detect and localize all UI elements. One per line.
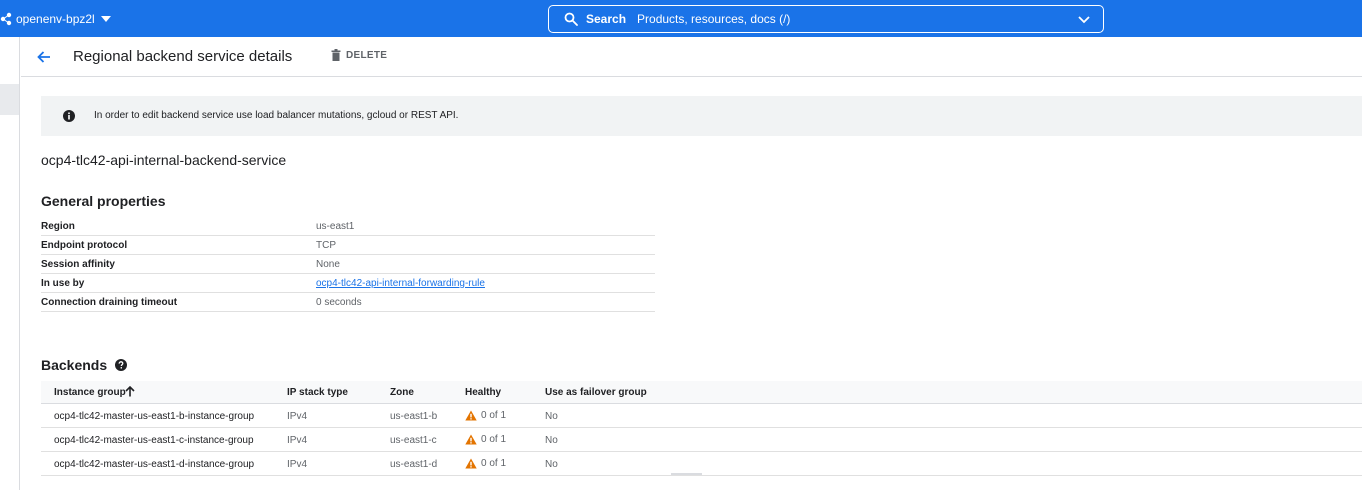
horizontal-scrollbar[interactable] — [671, 473, 702, 475]
trash-icon — [331, 49, 341, 61]
instance-group-cell: ocp4-tlc42-master-us-east1-c-instance-gr… — [54, 435, 254, 446]
healthy-value: 0 of 1 — [481, 434, 507, 445]
healthy-value: 0 of 1 — [481, 458, 507, 469]
property-row: Session affinity None — [41, 255, 655, 274]
delete-button[interactable]: DELETE — [331, 49, 387, 61]
search-icon — [564, 12, 578, 26]
search-placeholder: Products, resources, docs (/) — [637, 12, 791, 26]
ip-stack-cell: IPv4 — [287, 411, 308, 422]
healthy-cell: 0 of 1 — [465, 410, 506, 421]
project-hub-icon — [0, 12, 12, 25]
property-key: Session affinity — [41, 259, 115, 270]
zone-cell: us-east1-b — [390, 411, 438, 422]
property-key: Endpoint protocol — [41, 240, 128, 251]
property-key: Region — [41, 221, 75, 232]
zone-cell: us-east1-d — [390, 459, 438, 470]
failover-cell: No — [545, 411, 558, 422]
property-row: Region us-east1 — [41, 217, 655, 236]
page-title: Regional backend service details — [73, 48, 293, 65]
property-key: Connection draining timeout — [41, 297, 178, 308]
left-nav-rail — [0, 37, 20, 490]
project-selector[interactable]: openenv-bpz2l — [0, 0, 111, 37]
instance-group-cell: ocp4-tlc42-master-us-east1-d-instance-gr… — [54, 459, 255, 470]
property-row: Endpoint protocol TCP — [41, 236, 655, 255]
table-row: ocp4-tlc42-master-us-east1-c-instance-gr… — [41, 428, 1362, 452]
backends-heading-row: Backends — [41, 357, 128, 373]
info-banner: In order to edit backend service use loa… — [41, 96, 1362, 136]
column-header-ip-stack-type[interactable]: IP stack type — [287, 387, 348, 398]
property-value: 0 seconds — [316, 297, 362, 308]
table-row: ocp4-tlc42-master-us-east1-b-instance-gr… — [41, 404, 1362, 428]
back-arrow-icon[interactable] — [36, 49, 52, 65]
property-row: Connection draining timeout 0 seconds — [41, 293, 655, 312]
healthy-value: 0 of 1 — [481, 410, 507, 421]
general-properties-table: Region us-east1 Endpoint protocol TCP Se… — [41, 217, 655, 312]
info-icon — [63, 110, 75, 122]
chevron-down-icon — [100, 15, 111, 22]
property-key: In use by — [41, 278, 85, 289]
general-properties-heading: General properties — [41, 193, 166, 209]
warning-icon — [465, 434, 477, 445]
ip-stack-cell: IPv4 — [287, 435, 308, 446]
page-header: Regional backend service details DELETE — [21, 37, 1362, 77]
nav-selected-item[interactable] — [0, 84, 19, 115]
backends-heading: Backends — [41, 357, 108, 373]
property-value: us-east1 — [316, 221, 355, 232]
top-bar: openenv-bpz2l Search Products, resources… — [0, 0, 1362, 37]
property-value: None — [316, 259, 340, 270]
healthy-cell: 0 of 1 — [465, 434, 506, 445]
healthy-cell: 0 of 1 — [465, 458, 506, 469]
search-input[interactable]: Search Products, resources, docs (/) — [548, 5, 1104, 33]
column-header-failover[interactable]: Use as failover group — [545, 387, 647, 398]
failover-cell: No — [545, 459, 558, 470]
sort-ascending-icon[interactable] — [125, 386, 135, 397]
help-icon[interactable] — [115, 359, 128, 371]
chevron-down-icon[interactable] — [1078, 16, 1090, 24]
banner-message: In order to edit backend service use loa… — [94, 110, 459, 121]
property-row: In use by ocp4-tlc42-api-internal-forwar… — [41, 274, 655, 293]
column-header-healthy[interactable]: Healthy — [465, 387, 501, 398]
zone-cell: us-east1-c — [390, 435, 437, 446]
table-header: Instance group IP stack type Zone Health… — [41, 381, 1362, 404]
project-name: openenv-bpz2l — [16, 11, 95, 26]
search-label: Search — [586, 12, 627, 26]
column-header-zone[interactable]: Zone — [390, 387, 414, 398]
delete-label: DELETE — [346, 49, 388, 61]
instance-group-cell: ocp4-tlc42-master-us-east1-b-instance-gr… — [54, 411, 255, 422]
ip-stack-cell: IPv4 — [287, 459, 308, 470]
column-header-instance-group[interactable]: Instance group — [54, 387, 126, 398]
warning-icon — [465, 410, 477, 421]
forwarding-rule-link[interactable]: ocp4-tlc42-api-internal-forwarding-rule — [316, 278, 485, 289]
failover-cell: No — [545, 435, 558, 446]
service-name: ocp4-tlc42-api-internal-backend-service — [41, 152, 287, 168]
warning-icon — [465, 458, 477, 469]
backends-table: Instance group IP stack type Zone Health… — [41, 381, 1362, 476]
property-value: TCP — [316, 240, 336, 251]
